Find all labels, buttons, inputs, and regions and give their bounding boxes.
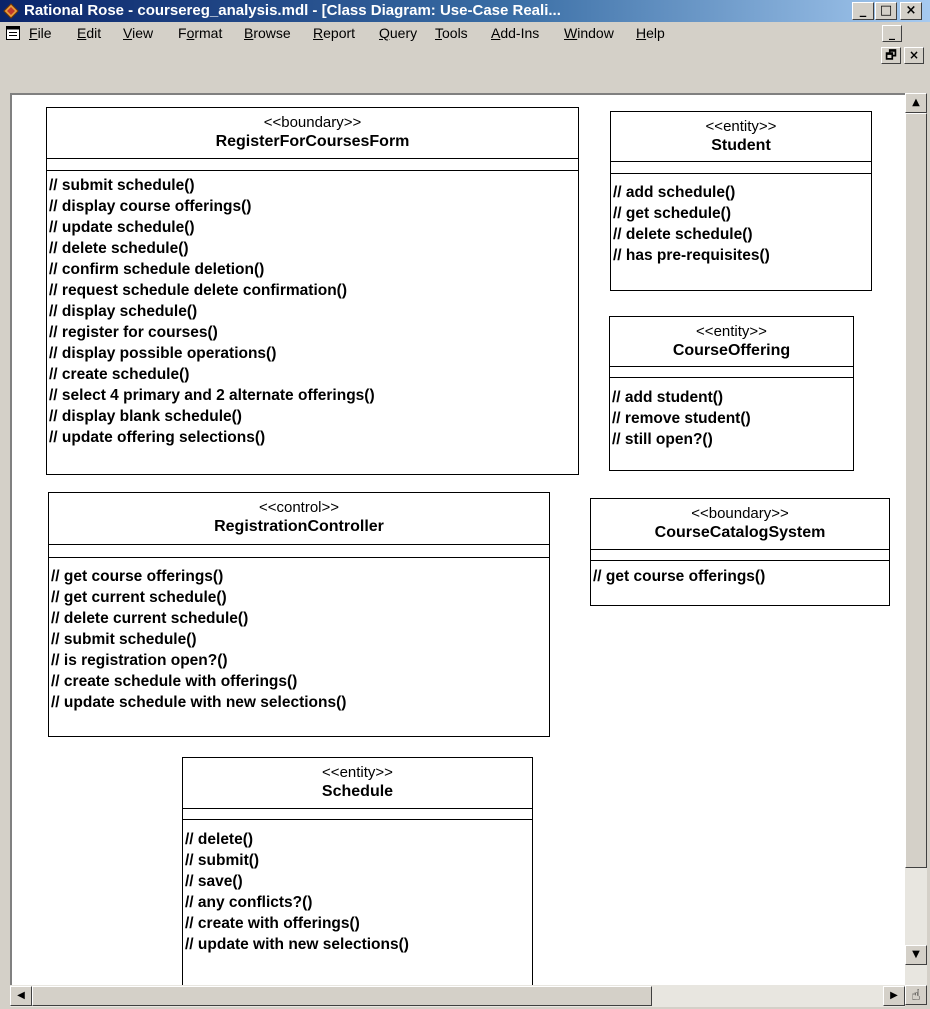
- operation: // delete(): [185, 831, 254, 848]
- operation: // is registration open?(): [51, 652, 228, 669]
- menu-format[interactable]: Format: [178, 25, 222, 41]
- attribute-separator: [610, 366, 853, 367]
- operation: // select 4 primary and 2 alternate offe…: [49, 387, 375, 404]
- menu-edit[interactable]: Edit: [77, 25, 101, 41]
- operation: // add schedule(): [613, 184, 736, 201]
- menu-view[interactable]: View: [123, 25, 153, 41]
- title-bar: Rational Rose - coursereg_analysis.mdl -…: [0, 0, 930, 22]
- operations-list: // delete() // submit() // save() // any…: [183, 820, 532, 955]
- operation: // submit schedule(): [51, 631, 197, 648]
- attribute-separator: [611, 161, 871, 162]
- attribute-separator: [49, 544, 549, 545]
- close-window-button[interactable]: ×: [900, 2, 922, 20]
- operation: // display blank schedule(): [49, 408, 242, 425]
- operation: // any conflicts?(): [185, 894, 313, 911]
- operation: // create schedule with offerings(): [51, 673, 298, 690]
- operations-list: // add schedule() // get schedule() // d…: [611, 174, 871, 266]
- mdi-minimize-button[interactable]: _: [882, 25, 902, 42]
- operation: // create schedule(): [49, 366, 190, 383]
- operation: // request schedule delete confirmation(…: [49, 282, 348, 299]
- operations-list: // get course offerings() // get current…: [49, 558, 549, 713]
- operation: // get schedule(): [613, 205, 731, 222]
- class-course-catalog-system[interactable]: <<boundary>> CourseCatalogSystem // get …: [590, 498, 890, 606]
- operation: // update schedule(): [49, 219, 195, 236]
- menu-add-ins[interactable]: Add-Ins: [491, 25, 539, 41]
- horizontal-scrollbar[interactable]: ◀ ▶: [10, 985, 905, 1007]
- operation: // get course offerings(): [51, 568, 224, 585]
- menu-file[interactable]: File: [29, 25, 52, 41]
- operation: // display possible operations(): [49, 345, 277, 362]
- scroll-down-icon[interactable]: ▼: [905, 945, 927, 965]
- maximize-window-button[interactable]: □: [875, 2, 897, 20]
- document-icon[interactable]: [5, 25, 21, 41]
- class-register-for-courses-form[interactable]: <<boundary>> RegisterForCoursesForm // s…: [46, 107, 579, 475]
- attribute-separator: [591, 549, 889, 550]
- operation: // get current schedule(): [51, 589, 227, 606]
- operation: // submit(): [185, 852, 260, 869]
- class-stereotype: <<control>>: [258, 499, 340, 516]
- class-name: CourseCatalogSystem: [654, 524, 826, 541]
- menu-bar: File Edit View Format Browse Report Quer…: [0, 22, 930, 64]
- window-title: Rational Rose - coursereg_analysis.mdl -…: [24, 2, 561, 19]
- operation: // delete schedule(): [49, 240, 189, 257]
- class-stereotype: <<entity>>: [696, 323, 767, 340]
- menu-browse[interactable]: Browse: [244, 25, 291, 41]
- vertical-scroll-thumb[interactable]: [905, 113, 927, 868]
- menu-tools[interactable]: Tools: [435, 25, 468, 41]
- operation: // still open?(): [612, 431, 713, 448]
- operations-list: // submit schedule() // display course o…: [47, 171, 578, 448]
- class-course-offering[interactable]: <<entity>> CourseOffering // add student…: [609, 316, 854, 471]
- rational-rose-app-icon[interactable]: [3, 3, 19, 19]
- menu-window[interactable]: Window: [564, 25, 614, 41]
- menu-query[interactable]: Query: [379, 25, 417, 41]
- class-name: RegistrationController: [214, 518, 384, 535]
- operation: // create with offerings(): [185, 915, 360, 932]
- operation: // update with new selections(): [185, 936, 409, 953]
- scroll-up-icon[interactable]: ▲: [905, 93, 927, 113]
- horizontal-scroll-thumb[interactable]: [32, 986, 652, 1006]
- class-student[interactable]: <<entity>> Student // add schedule() // …: [610, 111, 872, 291]
- mdi-restore-button[interactable]: 🗗: [881, 47, 901, 64]
- class-schedule[interactable]: <<entity>> Schedule // delete() // submi…: [182, 757, 533, 985]
- operation: // add student(): [612, 389, 724, 406]
- operation: // display schedule(): [49, 303, 198, 320]
- operation: // delete current schedule(): [51, 610, 249, 627]
- attribute-separator: [183, 808, 532, 809]
- operation: // save(): [185, 873, 243, 890]
- class-name: Student: [711, 137, 771, 154]
- operation: // register for courses(): [49, 324, 218, 341]
- operations-list: // add student() // remove student() // …: [610, 378, 853, 450]
- operation: // submit schedule(): [49, 177, 195, 194]
- class-diagram-canvas[interactable]: <<boundary>> RegisterForCoursesForm // s…: [10, 93, 905, 985]
- class-name: CourseOffering: [672, 342, 791, 359]
- menu-report[interactable]: Report: [313, 25, 355, 41]
- attribute-separator: [47, 158, 578, 159]
- operation: // remove student(): [612, 410, 751, 427]
- hand-tool-icon[interactable]: ☝: [905, 985, 927, 1005]
- scroll-right-icon[interactable]: ▶: [883, 986, 905, 1006]
- menu-help[interactable]: Help: [636, 25, 665, 41]
- class-stereotype: <<boundary>>: [263, 114, 362, 131]
- operation: // display course offerings(): [49, 198, 252, 215]
- class-name: RegisterForCoursesForm: [215, 133, 410, 150]
- minimize-window-button[interactable]: _: [852, 2, 874, 20]
- class-registration-controller[interactable]: <<control>> RegistrationController // ge…: [48, 492, 550, 737]
- scroll-left-icon[interactable]: ◀: [10, 986, 32, 1006]
- operation: // update schedule with new selections(): [51, 694, 347, 711]
- class-stereotype: <<entity>>: [705, 118, 777, 135]
- operations-list: // get course offerings(): [591, 561, 889, 587]
- class-stereotype: <<entity>>: [322, 764, 393, 781]
- operation: // get course offerings(): [593, 568, 766, 585]
- vertical-scrollbar[interactable]: ▲ ▼: [905, 93, 927, 985]
- class-stereotype: <<boundary>>: [691, 505, 789, 522]
- operation: // delete schedule(): [613, 226, 753, 243]
- operation: // confirm schedule deletion(): [49, 261, 265, 278]
- operation: // has pre-requisites(): [613, 247, 770, 264]
- class-name: Schedule: [321, 783, 394, 800]
- operation: // update offering selections(): [49, 429, 266, 446]
- mdi-close-button[interactable]: ×: [904, 47, 924, 64]
